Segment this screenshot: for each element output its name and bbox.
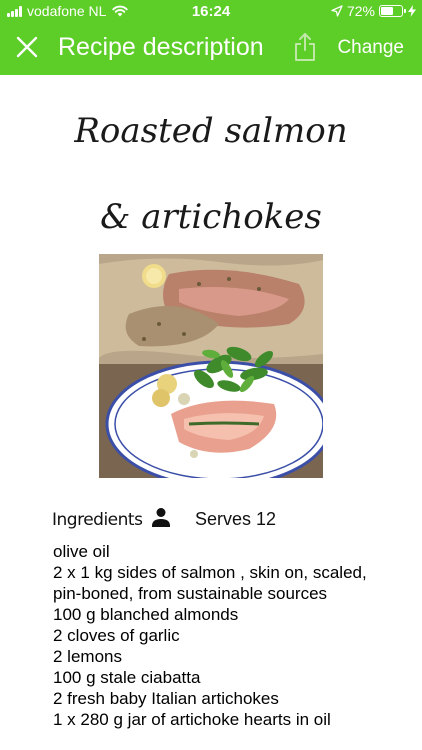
ingredients-header: Ingredients Serves 12 [52, 507, 392, 535]
person-icon [152, 508, 170, 527]
battery-icon [379, 5, 406, 17]
ingredient-item: 2 x 1 kg sides of salmon , skin on, scal… [53, 563, 367, 603]
location-icon [331, 5, 343, 17]
change-button[interactable]: Change [337, 36, 404, 60]
ingredient-item: 2 cloves of garlic [53, 626, 180, 645]
ingredient-item: 2 lemons [53, 647, 122, 666]
ingredient-item: 100 g stale ciabatta [53, 668, 201, 687]
recipe-title-line2: & artichokes [100, 197, 322, 237]
battery-percent: 72% [346, 3, 375, 19]
app-header: vodafone NL 16:24 72% Recipe description… [0, 0, 422, 75]
ingredient-item: 1 x 280 g jar of artichoke hearts in oil [53, 710, 331, 729]
battery-level [381, 7, 394, 15]
charging-icon [408, 5, 416, 17]
status-bar: vodafone NL 16:24 72% [0, 0, 422, 24]
ingredient-item: 100 g blanched almonds [53, 605, 239, 624]
recipe-title-line1: Roasted salmon [74, 111, 348, 151]
close-icon[interactable] [14, 34, 40, 60]
nav-bar: Recipe description Change [0, 24, 422, 72]
serves-count: Serves 12 [195, 509, 277, 529]
ingredients-label: Ingredients [52, 510, 143, 530]
recipe-photo [99, 254, 323, 478]
ingredient-item: olive oil [53, 542, 110, 561]
recipe-title: Roasted salmon & artichokes [0, 88, 422, 260]
ingredient-item: 2 fresh baby Italian artichokes [53, 689, 279, 708]
ingredients-list: olive oil 2 x 1 kg sides of salmon , skin… [53, 541, 383, 730]
page-title: Recipe description [58, 33, 264, 61]
status-right: 72% [331, 3, 416, 19]
share-icon[interactable] [293, 32, 317, 62]
